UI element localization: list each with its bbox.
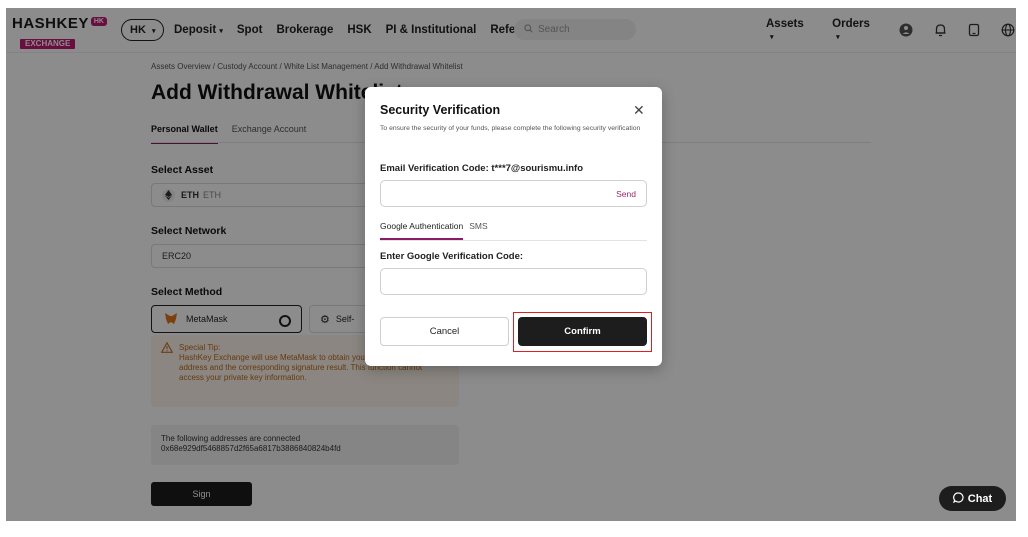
modal-tabs-divider <box>380 240 647 241</box>
confirm-highlight-box <box>513 312 652 352</box>
email-code-label: Email Verification Code: t***7@sourismu.… <box>380 163 583 174</box>
email-code-input[interactable]: Send <box>380 180 647 207</box>
chat-label: Chat <box>967 492 993 505</box>
chat-button[interactable]: Chat <box>939 486 1006 511</box>
google-code-label: Enter Google Verification Code: <box>380 251 524 262</box>
cancel-button[interactable]: Cancel <box>380 317 509 346</box>
tab-sms[interactable]: SMS <box>469 221 487 240</box>
security-verification-modal: Security Verification ✕ To ensure the se… <box>365 87 662 366</box>
google-code-input[interactable] <box>380 268 647 295</box>
modal-title: Security Verification <box>380 103 501 117</box>
modal-description: To ensure the security of your funds, pl… <box>380 125 641 132</box>
verification-tabs: Google Authentication SMS <box>380 221 488 240</box>
send-code-button[interactable]: Send <box>616 189 636 199</box>
chat-bubble-icon <box>952 491 964 506</box>
tab-google-authentication[interactable]: Google Authentication <box>380 221 464 240</box>
app-window: HASHKEY HK EXCHANGE HK ▾ Deposit ▾ Spot B… <box>6 8 1016 521</box>
close-icon[interactable]: ✕ <box>633 103 645 117</box>
